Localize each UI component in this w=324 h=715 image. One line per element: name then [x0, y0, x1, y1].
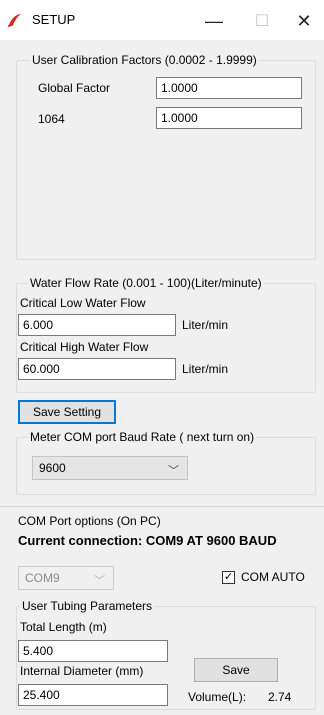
baud-rate-select[interactable]: 9600 ﹀	[32, 456, 188, 480]
calibration-legend: User Calibration Factors (0.0002 - 1.999…	[30, 53, 259, 67]
checkmark-icon: ✓	[223, 571, 234, 583]
save-tubing-button[interactable]: Save	[194, 658, 278, 682]
critical-low-unit: Liter/min	[182, 318, 229, 332]
com-auto-checkbox[interactable]: ✓	[222, 571, 235, 584]
com-port-value: COM9	[25, 571, 60, 585]
com-options-label: COM Port options (On PC)	[18, 514, 161, 528]
window-title: SETUP	[32, 12, 76, 27]
minimize-icon: —	[205, 10, 223, 31]
chevron-down-icon: ﹀	[94, 575, 105, 587]
baud-rate-value: 9600	[39, 461, 66, 475]
volume-label: Volume(L):	[188, 690, 247, 704]
critical-high-input[interactable]: 60.000	[18, 358, 176, 380]
com-auto-label: COM AUTO	[241, 570, 305, 584]
chevron-down-icon: ﹀	[168, 465, 179, 477]
close-button[interactable]: ✕	[282, 6, 324, 36]
critical-low-label: Critical Low Water Flow	[20, 296, 146, 310]
tubing-legend: User Tubing Parameters	[20, 599, 155, 613]
baud-rate-legend: Meter COM port Baud Rate ( next turn on)	[28, 430, 257, 444]
section-divider	[0, 506, 324, 507]
global-factor-input[interactable]: 1.0000	[156, 77, 302, 99]
minimize-button[interactable]: —	[192, 6, 236, 36]
com-port-select[interactable]: COM9 ﹀	[18, 566, 114, 590]
critical-low-input[interactable]: 6.000	[18, 314, 176, 336]
maximize-icon: ☐	[254, 13, 270, 30]
internal-diameter-label: Internal Diameter (mm)	[20, 664, 144, 678]
maximize-button[interactable]: ☐	[240, 6, 284, 36]
volume-value: 2.74	[268, 690, 292, 704]
factor-1064-input[interactable]: 1.0000	[156, 107, 302, 129]
factor-1064-label: 1064	[38, 112, 65, 126]
total-length-label: Total Length (m)	[20, 620, 107, 634]
close-icon: ✕	[296, 10, 312, 31]
current-connection-status: Current connection: COM9 AT 9600 BAUD	[18, 533, 277, 548]
save-setting-button[interactable]: Save Setting	[18, 400, 116, 424]
total-length-input[interactable]: 5.400	[18, 640, 168, 662]
critical-high-label: Critical High Water Flow	[20, 340, 149, 354]
internal-diameter-input[interactable]: 25.400	[18, 684, 168, 706]
global-factor-label: Global Factor	[38, 81, 111, 95]
water-flow-legend: Water Flow Rate (0.001 - 100)(Liter/minu…	[28, 276, 264, 290]
critical-high-unit: Liter/min	[182, 362, 229, 376]
app-logo-icon	[7, 14, 21, 27]
